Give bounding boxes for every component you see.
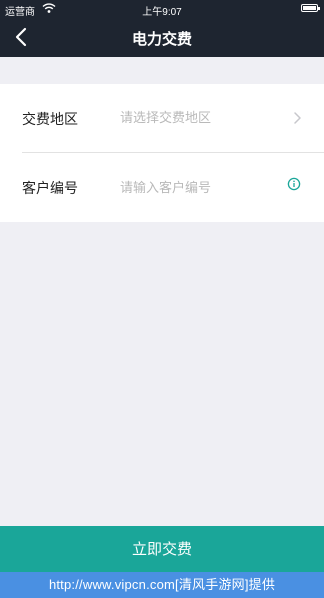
- status-bar: 运营商 上午9:07: [0, 0, 324, 18]
- nav-bar: 电力交费: [0, 18, 324, 57]
- region-row[interactable]: 交费地区 请选择交费地区: [0, 84, 324, 153]
- status-time: 上午9:07: [142, 7, 182, 18]
- pay-now-button[interactable]: 立即交费: [0, 526, 324, 572]
- payment-form: 交费地区 请选择交费地区 客户编号: [0, 84, 324, 222]
- customer-row: 客户编号: [0, 153, 324, 221]
- customer-number-input[interactable]: [120, 175, 280, 199]
- chevron-right-icon: [294, 112, 301, 124]
- region-select[interactable]: 请选择交费地区: [120, 106, 280, 130]
- customer-label: 客户编号: [22, 180, 78, 196]
- region-label: 交费地区: [22, 111, 78, 127]
- info-icon[interactable]: [287, 177, 301, 191]
- battery-icon: [301, 4, 320, 12]
- watermark: http://www.vipcn.com[清风手游网]提供: [0, 572, 324, 598]
- page-title: 电力交费: [131, 31, 192, 48]
